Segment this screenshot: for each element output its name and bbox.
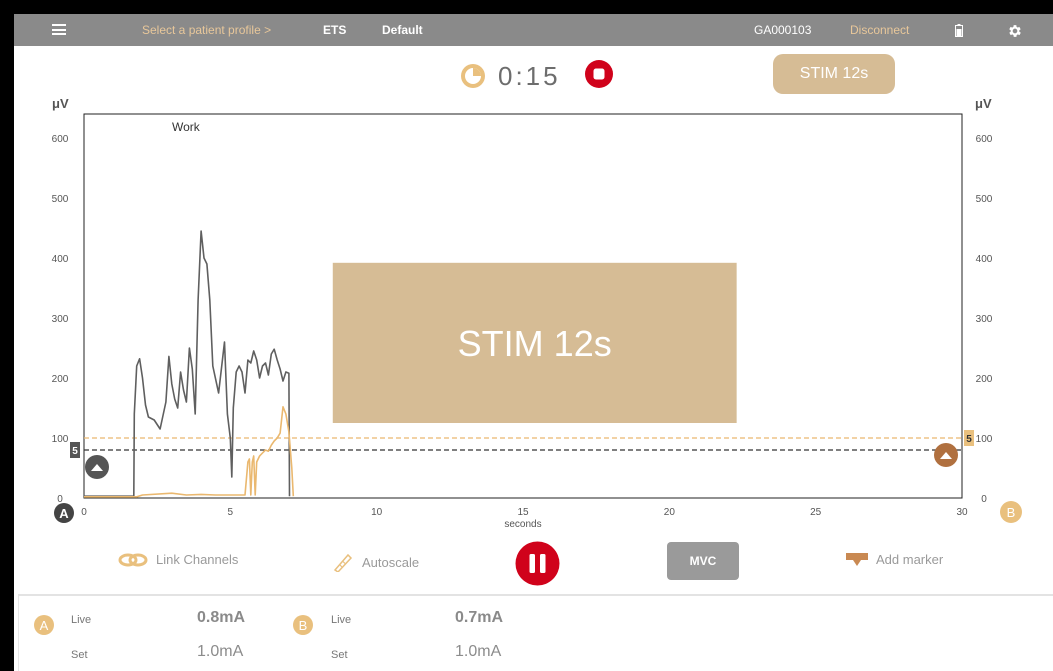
hamburger-menu-icon[interactable] bbox=[52, 24, 66, 35]
y-tick-label-left: 300 bbox=[52, 314, 69, 325]
x-tick-label: 20 bbox=[664, 507, 676, 518]
y-tick-label-right: 600 bbox=[976, 134, 993, 145]
session-timer: 0:15 bbox=[498, 61, 561, 91]
x-axis-label: seconds bbox=[504, 519, 541, 530]
device-id: GA000103 bbox=[754, 23, 812, 37]
timer-clock-icon bbox=[461, 64, 485, 88]
autoscale-label: Autoscale bbox=[362, 554, 420, 570]
series-line-b bbox=[84, 405, 295, 498]
channel-a-axis-badge-label: A bbox=[59, 506, 69, 521]
add-marker-label: Add marker bbox=[876, 552, 944, 567]
disconnect-button[interactable]: Disconnect bbox=[850, 23, 909, 37]
link-icon bbox=[118, 553, 148, 566]
y-tick-label-right: 200 bbox=[976, 374, 993, 385]
stop-button[interactable] bbox=[584, 59, 614, 89]
phase-label: Work bbox=[172, 120, 201, 134]
mvc-button[interactable]: MVC bbox=[667, 542, 739, 580]
channel-a-badge: A bbox=[34, 615, 54, 635]
channel-b-badge: B bbox=[293, 615, 313, 635]
channel-b-set-value[interactable]: 1.0mA bbox=[455, 643, 501, 661]
x-tick-label: 0 bbox=[81, 507, 87, 518]
y-tick-label-left: 400 bbox=[52, 254, 69, 265]
channel-b-live-value: 0.7mA bbox=[455, 609, 504, 626]
channel-a-live-value: 0.8mA bbox=[197, 609, 246, 626]
y-tick-label-right: 500 bbox=[976, 194, 993, 205]
y-tick-label-left: 500 bbox=[52, 194, 69, 205]
emg-chart: μV μV seconds 0 0 100 100 200 200 300 300 400 400 500… bbox=[52, 96, 1022, 530]
stim-overlay-label: STIM 12s bbox=[458, 323, 612, 364]
mode-label[interactable]: ETS bbox=[323, 23, 346, 37]
channel-status-panel: A Live 0.8mA Set 1.0mA B Live 0.7mA Set … bbox=[18, 594, 1053, 671]
pause-button[interactable] bbox=[515, 541, 560, 586]
y-tick-label-right: 300 bbox=[976, 314, 993, 325]
channel-a-set-value[interactable]: 1.0mA bbox=[197, 643, 243, 661]
y-tick-label-left: 600 bbox=[52, 134, 69, 145]
profile-label[interactable]: Default bbox=[382, 23, 423, 37]
x-tick-label: 25 bbox=[810, 507, 822, 518]
y-tick-label-right: 400 bbox=[976, 254, 993, 265]
y-axis-label-right: μV bbox=[975, 96, 992, 111]
battery-icon bbox=[955, 24, 963, 37]
y-axis-label-left: μV bbox=[52, 96, 69, 111]
channel-a-live-label: Live bbox=[71, 614, 92, 626]
add-marker-button[interactable]: Add marker bbox=[846, 552, 943, 567]
select-patient-link[interactable]: Select a patient profile > bbox=[142, 23, 271, 37]
threshold-a-value: 5 bbox=[72, 446, 78, 457]
threshold-b-value: 5 bbox=[966, 434, 972, 445]
autoscale-icon bbox=[333, 553, 353, 572]
x-tick-label: 10 bbox=[371, 507, 383, 518]
marker-icon bbox=[846, 552, 868, 566]
top-bar: Select a patient profile > ETS Default G… bbox=[14, 14, 1053, 46]
app-window: Select a patient profile > ETS Default G… bbox=[14, 14, 1053, 671]
channel-b-live-label: Live bbox=[331, 614, 352, 626]
x-tick-label: 15 bbox=[517, 507, 529, 518]
x-tick-label: 5 bbox=[228, 507, 234, 518]
x-tick-label: 30 bbox=[956, 507, 968, 518]
link-channels-button[interactable]: Link Channels bbox=[118, 552, 238, 567]
y-tick-label-right: 0 bbox=[981, 494, 987, 505]
channel-a-set-label: Set bbox=[71, 649, 88, 661]
y-tick-label-left: 100 bbox=[52, 434, 69, 445]
autoscale-button[interactable]: Autoscale bbox=[332, 552, 419, 572]
link-channels-label: Link Channels bbox=[156, 552, 239, 567]
stim-button[interactable]: STIM 12s bbox=[773, 54, 895, 94]
channel-b-set-label: Set bbox=[331, 649, 348, 661]
y-tick-label-left: 200 bbox=[52, 374, 69, 385]
channel-b-axis-badge-label: B bbox=[1007, 505, 1016, 520]
y-tick-label-right: 100 bbox=[976, 434, 993, 445]
settings-gear-icon[interactable] bbox=[1007, 23, 1023, 39]
